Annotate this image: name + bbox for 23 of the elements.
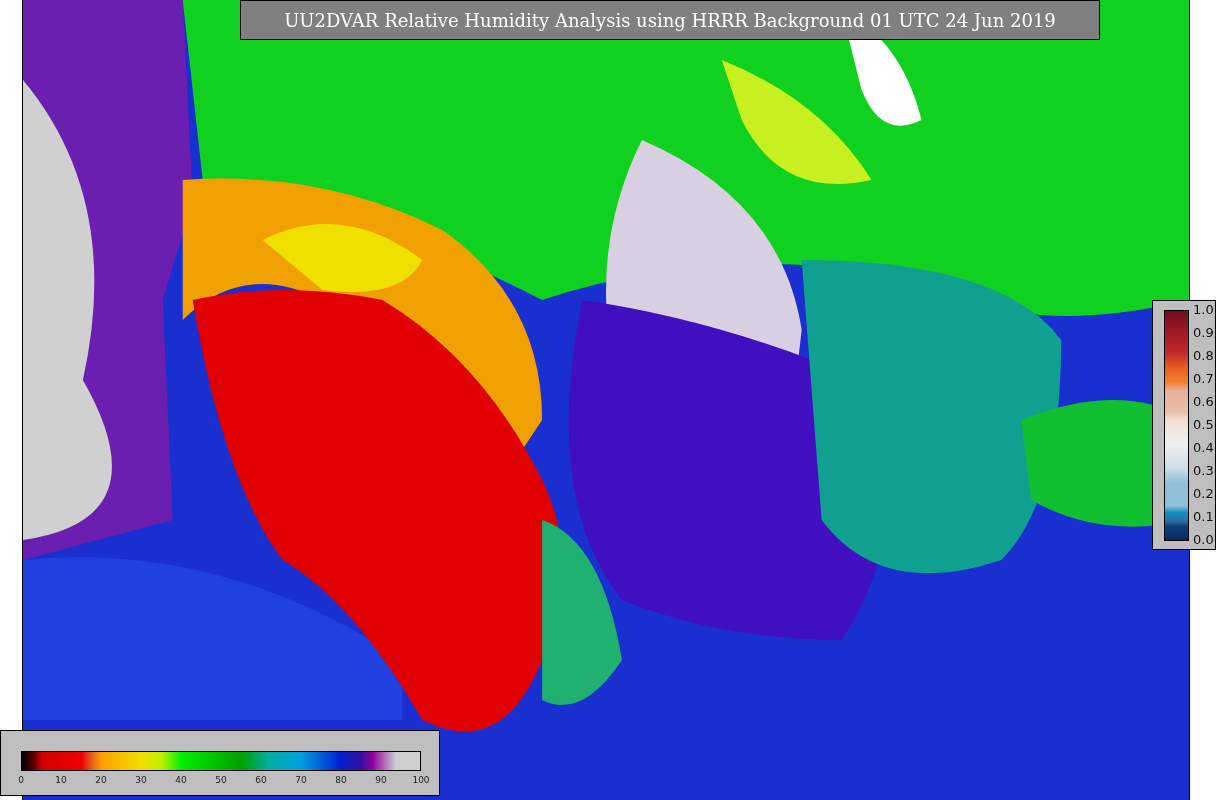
tick-label: 0.3 xyxy=(1193,464,1214,478)
tick-label: 20 xyxy=(95,775,107,785)
tick-label: 0.6 xyxy=(1193,395,1214,409)
tick-label: 1.0 xyxy=(1193,303,1214,317)
tick-label: 90 xyxy=(375,775,387,785)
map-title: UU2DVAR Relative Humidity Analysis using HRRR Background 01 UTC 24 Jun 2019 xyxy=(240,0,1100,40)
tick-label: 60 xyxy=(255,775,267,785)
tick-label: 0.7 xyxy=(1193,372,1214,386)
tick-label: 0.1 xyxy=(1193,510,1214,524)
tick-label: 0.4 xyxy=(1193,441,1214,455)
tick-label: 10 xyxy=(55,775,67,785)
tick-label: 0.0 xyxy=(1193,533,1214,547)
tick-label: 0.2 xyxy=(1193,487,1214,501)
tick-label: 0.9 xyxy=(1193,326,1214,340)
tick-label: 100 xyxy=(412,775,430,785)
tick-label: 30 xyxy=(135,775,147,785)
tick-label: 70 xyxy=(295,775,307,785)
tick-label: 0.8 xyxy=(1193,349,1214,363)
tick-label: 80 xyxy=(335,775,347,785)
tick-label: 0.5 xyxy=(1193,418,1214,432)
tick-label: 40 xyxy=(175,775,187,785)
tick-label: 0 xyxy=(18,775,24,785)
tick-label: 50 xyxy=(215,775,227,785)
